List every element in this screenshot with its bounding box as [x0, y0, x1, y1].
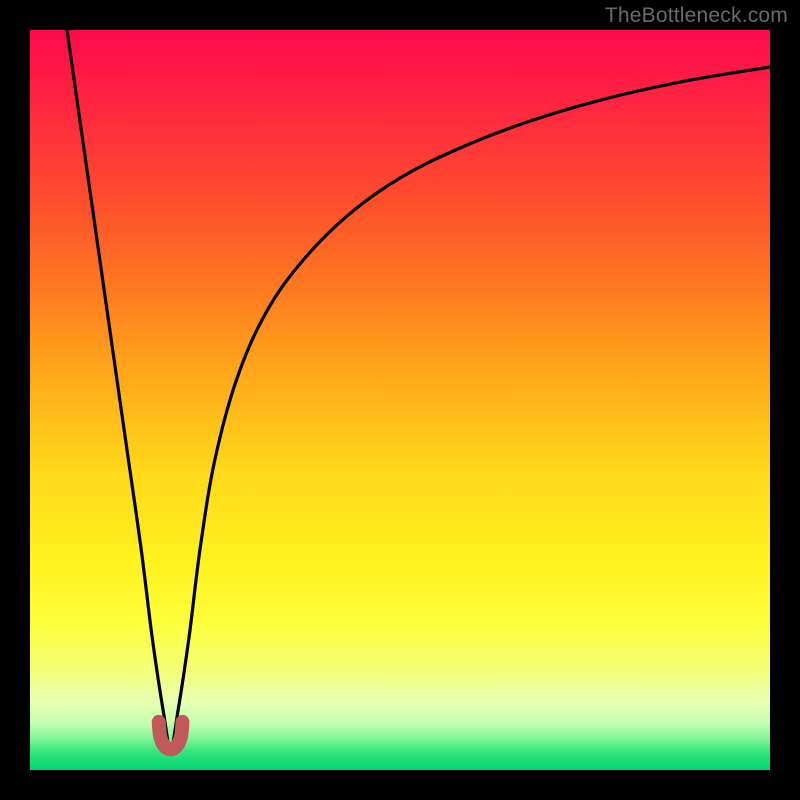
plot-area	[30, 30, 770, 770]
watermark-text: TheBottleneck.com	[605, 4, 788, 28]
chart-svg	[30, 30, 770, 770]
gradient-background	[30, 30, 770, 770]
chart-frame: TheBottleneck.com	[0, 0, 800, 800]
